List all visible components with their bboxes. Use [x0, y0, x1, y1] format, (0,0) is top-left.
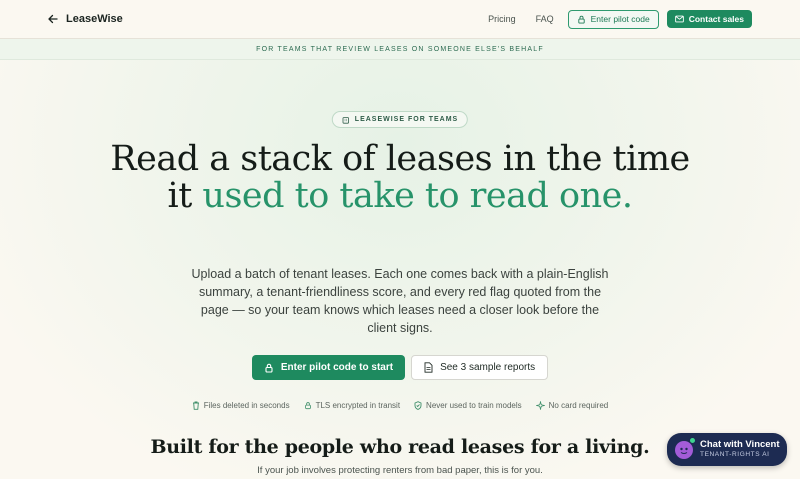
enter-pilot-code-button[interactable]: Enter pilot code [567, 9, 659, 29]
chat-title: Chat with Vincent [700, 438, 780, 450]
trust-label: TLS encrypted in transit [315, 401, 401, 410]
lock-icon [304, 401, 312, 410]
hero-section: LEASEWISE FOR TEAMS Read a stack of leas… [0, 60, 800, 479]
online-status-icon [689, 436, 696, 444]
shield-check-icon [414, 401, 422, 410]
hero-subtext: Upload a batch of tenant leases. Each on… [191, 267, 609, 335]
trust-badges: Files deleted in seconds TLS encrypted i… [0, 401, 800, 410]
building-icon [342, 116, 350, 124]
mail-icon [674, 15, 684, 23]
nav-link-pricing[interactable]: Pricing [482, 14, 522, 24]
audience-strip: FOR TEAMS THAT REVIEW LEASES ON SOMEONE … [0, 39, 800, 60]
cta-row: Enter pilot code to start See 3 sample r… [0, 355, 800, 380]
trust-label: No card required [548, 401, 609, 410]
trust-no-training: Never used to train models [414, 401, 522, 410]
trash-icon [192, 401, 200, 410]
trust-label: Files deleted in seconds [203, 401, 290, 410]
hero-headline: Read a stack of leases in the time it us… [100, 141, 700, 215]
trust-no-card: No card required [535, 401, 609, 410]
lock-icon [577, 15, 586, 24]
document-icon [424, 362, 433, 373]
contact-sales-label: Contact sales [688, 14, 744, 24]
product-pill-label: LEASEWISE FOR TEAMS [354, 116, 459, 123]
product-pill: LEASEWISE FOR TEAMS [331, 111, 469, 128]
sparkle-icon [535, 401, 545, 410]
chat-avatar-icon [675, 436, 696, 459]
chat-widget-button[interactable]: Chat with Vincent TENANT-RIGHTS AI [667, 433, 787, 466]
back-arrow-icon[interactable] [48, 14, 58, 24]
trust-files-deleted: Files deleted in seconds [192, 401, 290, 410]
top-nav: LeaseWise Pricing FAQ Enter pilot code C… [0, 0, 800, 39]
contact-sales-button[interactable]: Contact sales [666, 10, 752, 28]
brand[interactable]: LeaseWise [48, 13, 123, 25]
trust-label: Never used to train models [426, 401, 522, 410]
brand-name[interactable]: LeaseWise [66, 13, 123, 25]
cta-primary-label: Enter pilot code to start [280, 362, 394, 373]
enter-pilot-code-label: Enter pilot code [590, 14, 650, 24]
trust-tls: TLS encrypted in transit [304, 401, 400, 410]
chat-subtitle: TENANT-RIGHTS AI [700, 450, 770, 458]
audience-section-subtitle: If your job involves protecting renters … [257, 465, 543, 476]
sample-reports-button[interactable]: See 3 sample reports [411, 355, 549, 380]
headline-accent: used to take to read one. [202, 176, 633, 216]
lock-icon [264, 363, 274, 373]
nav-link-faq[interactable]: FAQ [530, 14, 560, 24]
enter-pilot-code-start-button[interactable]: Enter pilot code to start [251, 355, 406, 380]
cta-secondary-label: See 3 sample reports [440, 362, 536, 373]
